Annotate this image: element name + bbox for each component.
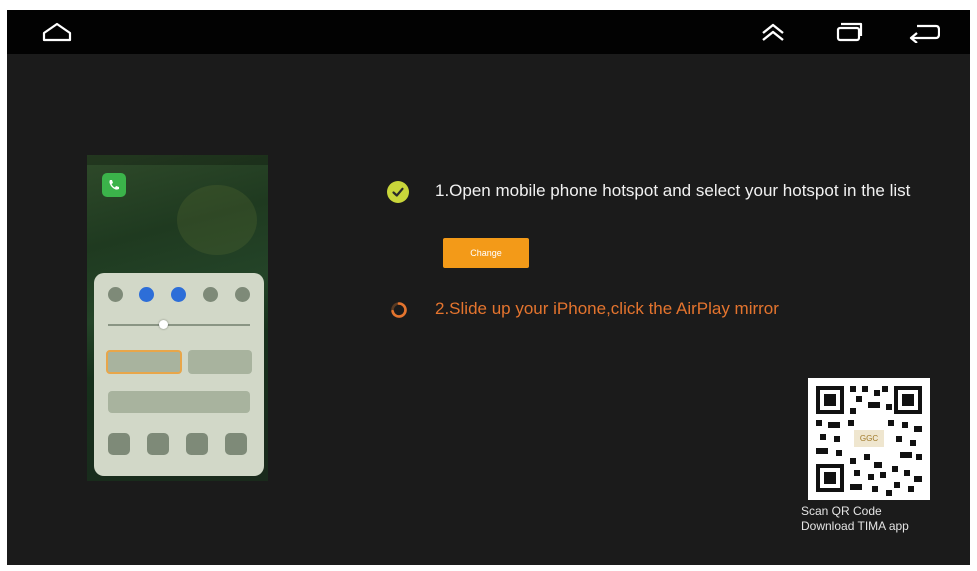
screen-mirroring-tile xyxy=(106,350,182,374)
do-not-disturb-icon xyxy=(203,287,218,302)
qr-caption-line1: Scan QR Code xyxy=(801,504,882,518)
timer-icon xyxy=(147,433,169,455)
qr-code: GGC xyxy=(808,378,930,500)
qr-caption: Scan QR Code Download TIMA app xyxy=(801,504,909,534)
home-button[interactable] xyxy=(37,16,77,48)
screen: 1.Open mobile phone hotspot and select y… xyxy=(7,10,970,565)
airplane-mode-icon xyxy=(108,287,123,302)
loading-spinner-icon xyxy=(391,302,407,318)
back-icon xyxy=(909,24,940,43)
camera-icon xyxy=(225,433,247,455)
calculator-icon xyxy=(186,433,208,455)
step1-status xyxy=(387,181,409,203)
home-icon xyxy=(42,22,72,42)
iphone-control-center-preview xyxy=(87,155,268,481)
wifi-icon xyxy=(139,287,154,302)
up-chevrons-icon xyxy=(762,23,784,41)
control-center-panel xyxy=(94,273,264,476)
check-icon xyxy=(387,181,409,203)
step1-text: 1.Open mobile phone hotspot and select y… xyxy=(435,181,911,200)
airdrop-tile xyxy=(188,350,252,374)
bluetooth-icon xyxy=(171,287,186,302)
phone-wallpaper xyxy=(177,185,257,255)
expand-button[interactable] xyxy=(753,16,793,48)
system-navigation-bar xyxy=(7,10,970,54)
flashlight-icon xyxy=(108,433,130,455)
back-button[interactable] xyxy=(904,16,944,48)
recent-apps-icon xyxy=(836,22,863,42)
phone-status-bar xyxy=(87,155,268,165)
orientation-lock-icon xyxy=(235,287,250,302)
step2-text: 2.Slide up your iPhone,click the AirPlay… xyxy=(435,299,779,318)
slider-knob xyxy=(159,320,168,329)
recent-apps-button[interactable] xyxy=(829,16,869,48)
night-shift-tile xyxy=(108,391,250,413)
qr-caption-line2: Download TIMA app xyxy=(801,519,909,533)
change-button[interactable]: Change xyxy=(443,238,529,268)
brightness-slider xyxy=(108,324,250,326)
phone-app-icon xyxy=(102,173,126,197)
qr-logo: GGC xyxy=(854,430,884,447)
